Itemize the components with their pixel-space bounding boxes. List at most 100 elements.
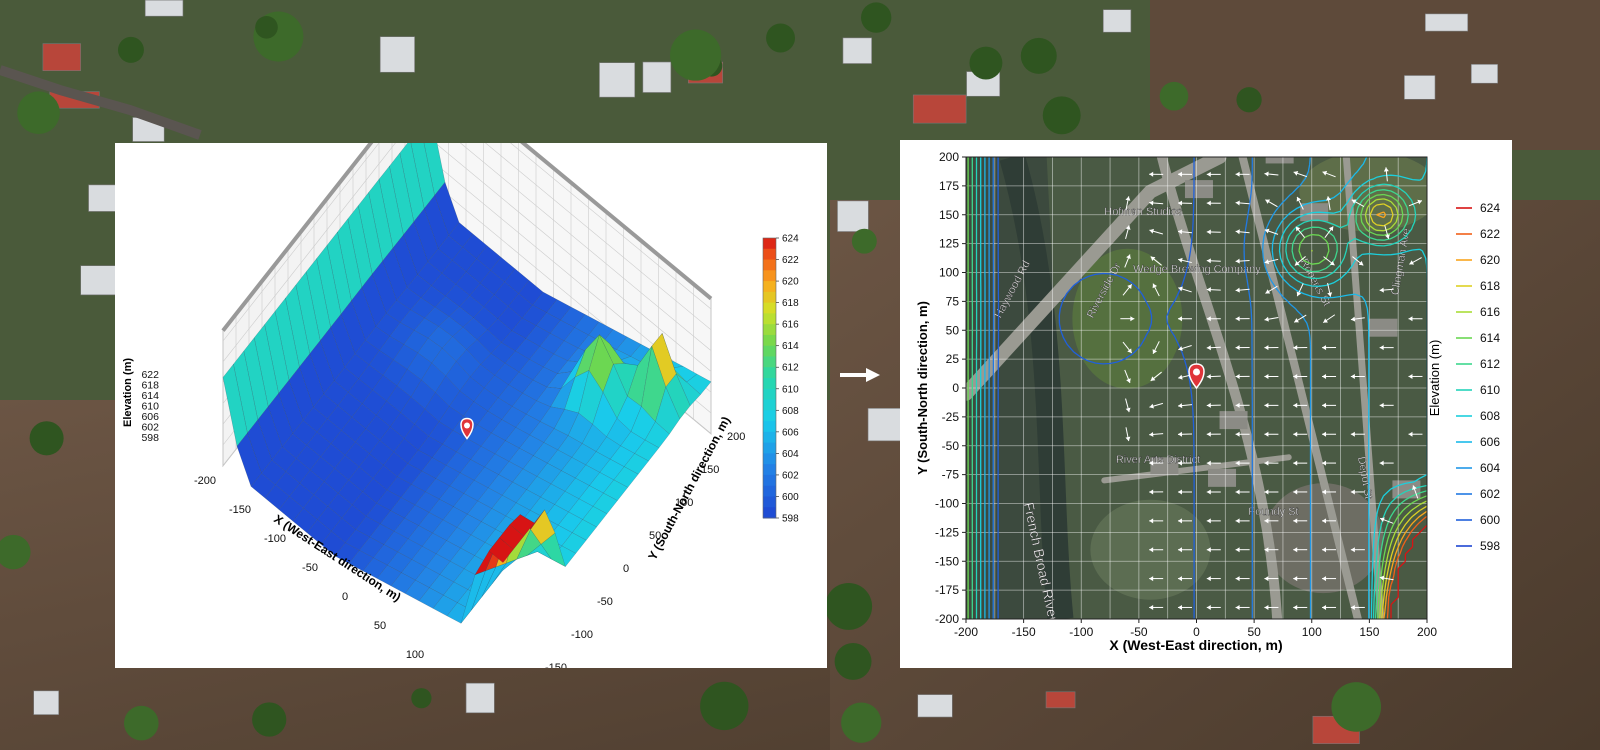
y-axis-ticks: 200 175 150 125 100 75 50 25 0 -25 -50 -75 -100 -125 -… [935, 150, 966, 626]
y-tick-label: 200 [939, 150, 959, 164]
z-axis-ticks: 598602606610614618622 [141, 369, 159, 444]
building [1184, 180, 1213, 199]
colorbar-tick-label: 616 [782, 320, 799, 331]
z-tick-label: 614 [141, 390, 159, 402]
y-tick-label: -175 [935, 583, 959, 597]
house [465, 682, 495, 714]
house [842, 37, 872, 64]
colorbar-tick-label: 598 [782, 514, 799, 525]
legend-label: 614 [1480, 331, 1500, 345]
y-tick-label: -50 [942, 439, 960, 453]
colorbar-band [763, 378, 776, 390]
legend-label: 602 [1480, 487, 1500, 501]
x-tick-label: -200 [954, 625, 978, 639]
map-label: Wedge Brewing Company [1133, 264, 1261, 276]
colorbar-tick-label: 602 [782, 470, 799, 481]
colorbar-tick-label: 604 [782, 449, 799, 460]
y-tick-label: -200 [935, 612, 959, 626]
building [1369, 318, 1398, 337]
house [1045, 691, 1076, 709]
legend-label: 608 [1480, 409, 1500, 423]
house [379, 36, 415, 73]
legend-label: 616 [1480, 305, 1500, 319]
house [42, 43, 81, 71]
colorbar-tick-label: 614 [782, 341, 799, 352]
tree [841, 702, 882, 743]
colorbar-band [763, 442, 776, 454]
building [1265, 157, 1294, 164]
tree [766, 23, 796, 53]
y-tick-label: -150 [545, 662, 567, 668]
x-tick-label: 200 [1417, 625, 1437, 639]
x-tick-label: 100 [1302, 625, 1322, 639]
y-tick-label: -100 [935, 497, 959, 511]
z-tick-label: 598 [141, 432, 159, 444]
y-tick-label: 100 [939, 266, 959, 280]
colorbar-band [763, 410, 776, 422]
z-tick-label: 606 [141, 411, 159, 423]
house [917, 694, 953, 718]
z-tick-label: 622 [141, 369, 159, 381]
colorbar-tick-label: 622 [782, 255, 799, 266]
building [1208, 468, 1237, 487]
legend-label: 600 [1480, 513, 1500, 527]
tree [1020, 37, 1057, 74]
colorbar-band [763, 388, 776, 401]
y-tick-label: 125 [939, 237, 959, 251]
tree [29, 421, 64, 456]
tree [700, 681, 749, 731]
legend-label: 612 [1480, 357, 1500, 371]
colorbar-band [763, 485, 776, 497]
house [1424, 13, 1469, 32]
x-tick-label: 150 [1359, 625, 1379, 639]
colorbar-band [763, 270, 776, 282]
legend-label: 606 [1480, 435, 1500, 449]
legend-label: 620 [1480, 253, 1500, 267]
y-tick-label: 200 [727, 431, 745, 443]
tree [825, 582, 873, 630]
building [1219, 411, 1248, 430]
arrow-right-icon [840, 368, 880, 382]
colorbar-band [763, 464, 776, 476]
y-tick-label: 75 [946, 294, 960, 308]
contour-map-panel: Hofman Studios Wedge Brewing Company Haywo… [900, 140, 1512, 668]
x-axis-label: X (West-East direction, m) [1109, 637, 1282, 653]
house [144, 0, 184, 17]
house [599, 62, 636, 98]
y-tick-label: 175 [939, 179, 959, 193]
contour-map-chart: Hofman StudiosWedge Brewing CompanyHaywo… [915, 150, 1500, 653]
legend-title: Elevation (m) [1427, 340, 1442, 417]
tree [123, 705, 159, 741]
colorbar-ticks: 624 622 620 618 616 614 612 610 608 606 604 602 600 5… [776, 234, 799, 525]
colorbar-band [763, 356, 776, 368]
colorbar-band [763, 507, 776, 519]
y-tick-label: 25 [946, 352, 960, 366]
colorbar-tick-label: 610 [782, 384, 799, 395]
tree [117, 36, 144, 63]
x-tick-label: -50 [302, 562, 318, 574]
colorbar-band [763, 453, 776, 465]
z-tick-label: 610 [141, 401, 159, 413]
legend-label: 598 [1480, 539, 1500, 553]
house [1470, 64, 1499, 84]
legend-label: 610 [1480, 383, 1500, 397]
tree [255, 15, 278, 39]
colorbar-tick-label: 624 [782, 234, 799, 245]
house [1404, 75, 1436, 100]
tree [1236, 87, 1262, 113]
colorbar-band [763, 345, 776, 357]
y-tick-label: -75 [942, 468, 960, 482]
colorbar-band [763, 248, 776, 261]
surface-3d-panel: -200-150-100-50050100150200 -200-150-100… [115, 63, 827, 719]
x-tick-label: 0 [342, 591, 348, 603]
y-tick-label: 0 [952, 381, 959, 395]
house [867, 408, 905, 442]
house [912, 94, 967, 124]
colorbar-tick-label: 618 [782, 298, 799, 309]
z-tick-label: 618 [141, 380, 159, 392]
surface-3d-chart: -200-150-100-50050100150200 -200-150-100… [122, 63, 799, 719]
x-axis-ticks: -200-150-100-50050100150200 [954, 619, 1437, 639]
colorbar-band [763, 259, 776, 271]
tree [861, 2, 892, 33]
z-axis-label: Elevation (m) [122, 358, 134, 427]
